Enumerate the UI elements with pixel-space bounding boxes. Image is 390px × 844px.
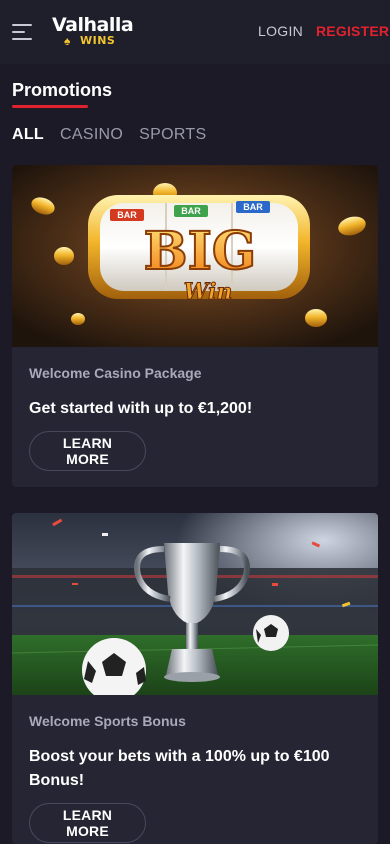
- promotion-headline: Boost your bets with a 100% up to €100 B…: [29, 748, 330, 789]
- promotion-headline: Get started with up to €1,200!: [29, 400, 253, 417]
- register-link[interactable]: REGISTER: [316, 23, 389, 39]
- big-text: BIG: [144, 221, 257, 282]
- logo-wordmark: Valhalla: [52, 14, 134, 36]
- trophy-stadium-image: [12, 513, 378, 695]
- win-text: Win: [184, 279, 233, 305]
- login-link[interactable]: LOGIN: [258, 23, 303, 39]
- bar-label-2: BAR: [181, 206, 201, 216]
- learn-more-button[interactable]: LEARN MORE: [29, 803, 146, 843]
- promotion-label: Welcome Casino Package: [29, 365, 202, 381]
- hamburger-menu-icon[interactable]: [12, 24, 32, 40]
- promotion-tabs: ALL CASINO SPORTS: [12, 126, 206, 144]
- page-title: Promotions: [12, 80, 113, 100]
- promotion-card-casino: BAR BAR BAR BIG Win Welcome Casino Packa…: [12, 165, 378, 487]
- spade-icon: ♠: [64, 34, 71, 48]
- tab-casino[interactable]: CASINO: [60, 126, 123, 144]
- bar-label-3: BAR: [243, 202, 263, 212]
- bar-label-1: BAR: [117, 210, 137, 220]
- learn-more-button[interactable]: LEARN MORE: [29, 431, 146, 471]
- title-underline: [12, 105, 88, 108]
- big-win-slot-image: BAR BAR BAR BIG Win: [12, 165, 378, 347]
- tab-all[interactable]: ALL: [12, 126, 44, 144]
- site-logo[interactable]: Valhalla ♠ WINS: [52, 14, 134, 50]
- top-header: Valhalla ♠ WINS LOGIN REGISTER: [0, 0, 390, 64]
- promotion-card-sports: Welcome Sports Bonus Boost your bets wit…: [12, 513, 378, 844]
- logo-subtitle: WINS: [80, 34, 116, 47]
- tab-sports[interactable]: SPORTS: [139, 126, 206, 144]
- promotion-label: Welcome Sports Bonus: [29, 713, 186, 729]
